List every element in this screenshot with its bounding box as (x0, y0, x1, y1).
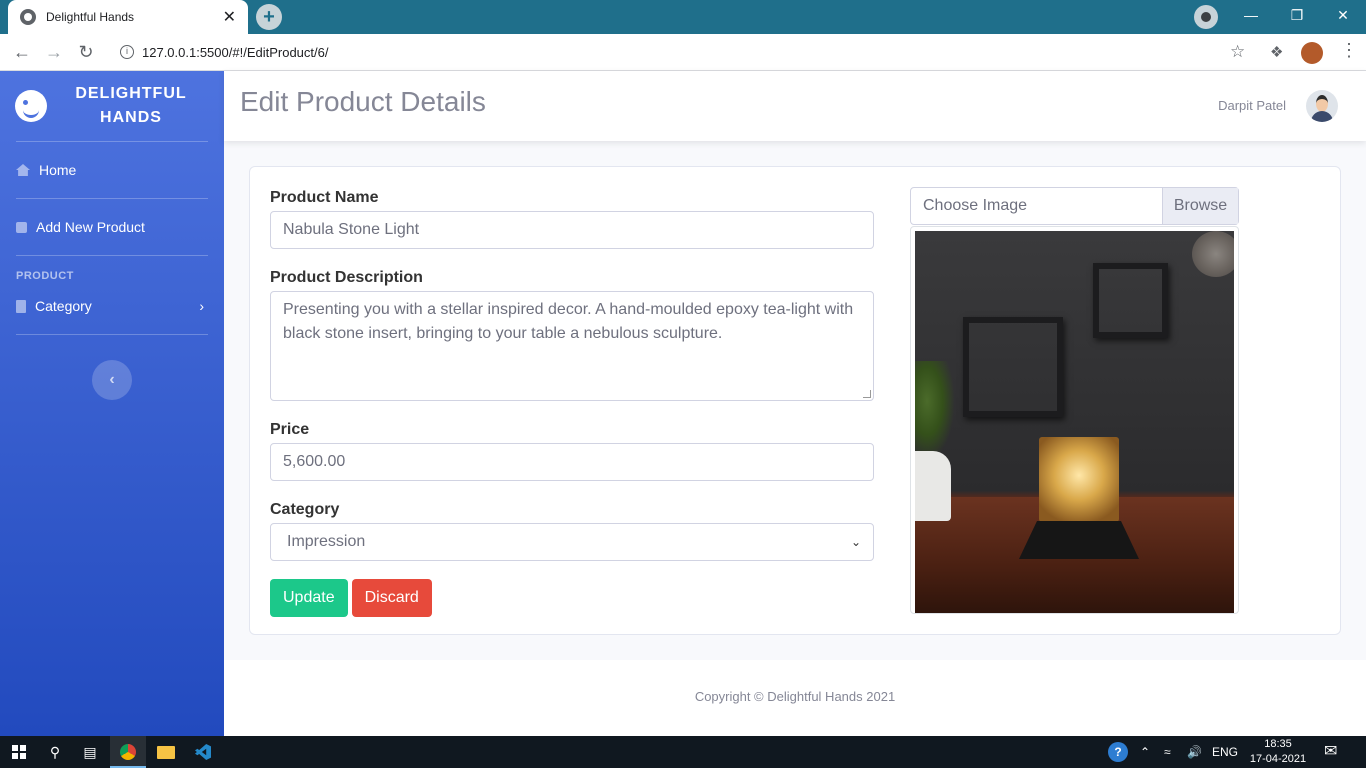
copyright-text: Copyright © Delightful Hands 2021 (694, 689, 896, 704)
edit-product-card: Product Name Nabula Stone Light Product … (249, 166, 1341, 635)
clipboard-icon (16, 299, 26, 313)
extensions-puzzle-icon[interactable]: ❖ (1270, 43, 1283, 61)
product-image-thumbnail (910, 226, 1239, 614)
brand-line-1: DELIGHTFUL (75, 85, 187, 102)
photo-frame-left (963, 317, 1063, 417)
windows-taskbar: ⚲ ▤ ? ⌃ ≈ 🔊 ENG 18:35 17-04-2021 ✉ (0, 736, 1366, 768)
forward-arrow-icon[interactable]: → (42, 40, 66, 64)
photo-plant-leaves (915, 361, 955, 461)
tab-title: Delightful Hands (46, 10, 135, 24)
restore-icon[interactable]: ❐ (1274, 0, 1320, 34)
sidebar-item-label: Category (35, 298, 92, 314)
sidebar-item-label: Add New Product (36, 219, 145, 235)
product-name-input[interactable]: Nabula Stone Light (270, 211, 874, 249)
close-window-icon[interactable]: ✕ (1320, 0, 1366, 34)
chrome-taskbar-icon[interactable] (110, 736, 146, 768)
new-tab-button[interactable]: + (256, 4, 282, 30)
info-icon[interactable]: i (120, 45, 134, 59)
edit-product-form: Product Name Nabula Stone Light Product … (270, 187, 874, 617)
search-icon[interactable]: ⚲ (37, 736, 73, 768)
sidebar-item-add-new-product[interactable]: Add New Product (0, 199, 224, 255)
chevron-down-icon: ⌄ (850, 535, 861, 549)
language-indicator[interactable]: ENG (1212, 736, 1238, 768)
browse-button[interactable]: Browse (1162, 188, 1238, 224)
product-description-textarea[interactable]: Presenting you with a stellar inspired d… (270, 291, 874, 401)
product-photo (915, 231, 1234, 613)
user-avatar[interactable] (1306, 90, 1338, 122)
image-file-input[interactable]: Choose Image Browse (910, 187, 1239, 225)
photo-lamp-base (1019, 521, 1139, 559)
category-select[interactable]: Impression ⌄ (270, 523, 874, 561)
windows-start-icon[interactable] (0, 736, 36, 768)
clock[interactable]: 18:35 17-04-2021 (1248, 737, 1308, 767)
price-label: Price (270, 421, 310, 438)
category-label: Category (270, 501, 340, 518)
sidebar-heading-product: PRODUCT (16, 270, 74, 282)
browser-tab-strip: Delightful Hands ✕ + — ❐ ✕ (0, 0, 1366, 34)
close-tab-icon[interactable]: ✕ (223, 7, 236, 27)
category-selected-value: Impression (287, 533, 366, 550)
discard-button[interactable]: Discard (351, 579, 432, 617)
task-view-icon[interactable]: ▤ (72, 736, 108, 768)
brand[interactable]: DELIGHTFUL HANDS (0, 71, 224, 141)
photo-rosette (1192, 231, 1234, 277)
chrome-profile-icon[interactable] (1194, 5, 1218, 29)
page-title: Edit Product Details (240, 86, 486, 117)
bookmark-star-icon[interactable]: ☆ (1230, 42, 1245, 62)
sidebar-item-home[interactable]: Home (0, 142, 224, 198)
footer: Copyright © Delightful Hands 2021 (224, 660, 1366, 736)
file-input-placeholder[interactable]: Choose Image (911, 188, 1162, 224)
product-name-label: Product Name (270, 189, 379, 206)
home-icon (16, 164, 30, 176)
clock-date: 17-04-2021 (1249, 753, 1307, 765)
help-icon[interactable]: ? (1108, 736, 1128, 768)
notification-icon[interactable]: ✉ (1324, 736, 1337, 768)
globe-icon (20, 9, 36, 25)
sidebar-toggle-button[interactable]: ‹ (92, 360, 132, 400)
browser-tab[interactable]: Delightful Hands ✕ (8, 0, 248, 34)
brand-line-2: HANDS (100, 109, 162, 126)
profile-avatar-icon[interactable] (1301, 42, 1323, 64)
sidebar: DELIGHTFUL HANDS Home Add New Product PR… (0, 71, 224, 736)
sidebar-item-category[interactable]: Category › (0, 286, 224, 326)
url-text: 127.0.0.1:5500/#!/EditProduct/6/ (142, 44, 329, 60)
sidebar-divider (16, 334, 208, 335)
sidebar-item-label: Home (39, 162, 77, 178)
wink-smiley-icon (15, 90, 47, 122)
topbar: Edit Product Details Darpit Patel (224, 71, 1366, 141)
photo-plant-pot (915, 451, 951, 521)
user-name[interactable]: Darpit Patel (1218, 98, 1286, 113)
reload-icon[interactable]: ↻ (74, 40, 98, 64)
back-arrow-icon[interactable]: ← (10, 40, 34, 64)
file-explorer-icon[interactable] (148, 736, 184, 768)
chevron-right-icon: › (199, 298, 204, 314)
wifi-icon[interactable]: ≈ (1164, 736, 1171, 768)
photo-frame-right (1093, 263, 1168, 338)
plus-square-icon (16, 221, 27, 233)
clock-time: 18:35 (1264, 738, 1292, 750)
price-input[interactable]: 5,600.00 (270, 443, 874, 481)
product-description-label: Product Description (270, 269, 423, 286)
brand-name: DELIGHTFUL HANDS (61, 82, 201, 130)
minimize-icon[interactable]: — (1228, 0, 1274, 34)
chevron-up-icon[interactable]: ⌃ (1140, 736, 1150, 768)
url-bar[interactable]: i 127.0.0.1:5500/#!/EditProduct/6/ (108, 38, 1258, 66)
update-button[interactable]: Update (270, 579, 348, 617)
volume-icon[interactable]: 🔊 (1187, 736, 1202, 768)
photo-lamp-cube (1039, 437, 1119, 522)
address-toolbar: ← → ↻ i 127.0.0.1:5500/#!/EditProduct/6/… (0, 34, 1366, 71)
chrome-menu-icon[interactable]: ⋮ (1340, 40, 1358, 61)
vscode-icon[interactable] (185, 736, 221, 768)
